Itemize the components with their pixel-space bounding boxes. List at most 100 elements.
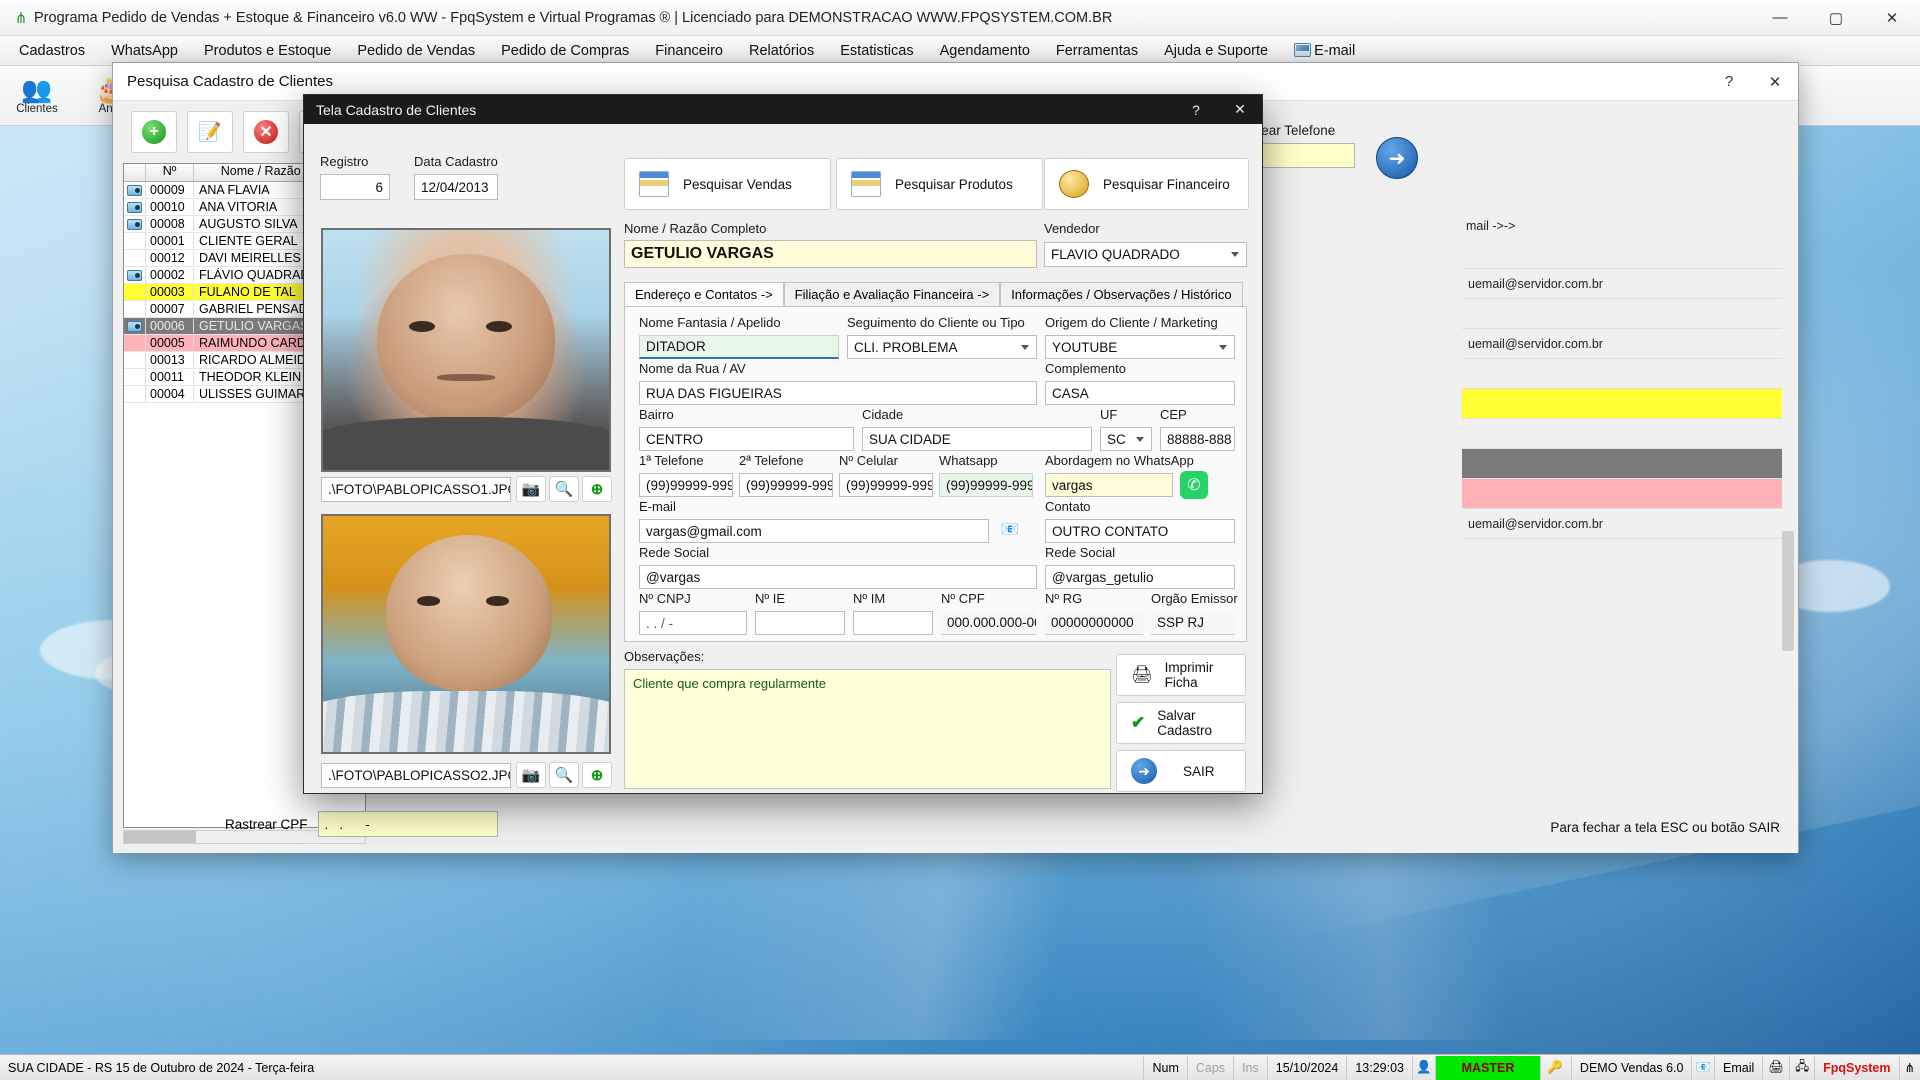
data-cadastro-input[interactable]: 12/04/2013 (414, 174, 498, 200)
menu-produtos-estoque[interactable]: Produtos e Estoque (191, 39, 344, 63)
client-photo-2[interactable] (321, 514, 611, 754)
scroll-thumb[interactable] (124, 831, 196, 843)
row-camera-icon (124, 182, 146, 199)
uf-select[interactable]: SC (1100, 427, 1152, 451)
add-client-button[interactable]: + (131, 111, 177, 153)
menu-relatorios[interactable]: Relatórios (736, 39, 827, 63)
email-cell (1462, 419, 1782, 449)
search-window-help-button[interactable]: ? (1706, 63, 1752, 101)
cnpj-input[interactable]: . . / - (639, 611, 747, 635)
menu-email[interactable]: E-mail (1281, 39, 1368, 63)
whatsapp-send-button[interactable]: ✆ (1180, 471, 1208, 499)
tab-informacoes-historico[interactable]: Informações / Observações / Histórico (1000, 282, 1242, 306)
email-label: E-mail (639, 499, 676, 514)
form-help-button[interactable]: ? (1174, 95, 1218, 124)
cep-input[interactable]: 88888-888 (1160, 427, 1235, 451)
rede-social-2-input[interactable]: @vargas_getulio (1045, 565, 1235, 589)
ie-input[interactable] (755, 611, 845, 635)
menu-agendamento[interactable]: Agendamento (927, 39, 1043, 63)
abordagem-input[interactable]: vargas (1045, 473, 1173, 497)
row-number: 00007 (146, 302, 194, 316)
cpf-input[interactable]: 000.000.000-00 (941, 611, 1036, 635)
imprimir-ficha-button[interactable]: 🖨 Imprimir Ficha (1116, 654, 1246, 696)
status-ins: Ins (1234, 1056, 1268, 1080)
status-email[interactable]: Email (1715, 1056, 1763, 1080)
rastrear-cpf-input[interactable] (318, 811, 498, 837)
bairro-input[interactable]: CENTRO (639, 427, 854, 451)
status-printer-icon[interactable]: 🖨 (1763, 1056, 1790, 1080)
row-number: 00002 (146, 268, 194, 282)
status-email-icon[interactable]: 📧 (1692, 1056, 1715, 1080)
photo-1-camera-button[interactable]: 📷 (516, 476, 546, 502)
rg-input[interactable]: 00000000000 (1045, 611, 1143, 635)
status-num: Num (1144, 1056, 1187, 1080)
photo-2-zoom-button[interactable]: 🔍 (549, 762, 579, 788)
orgao-emissor-input[interactable]: SSP RJ (1151, 611, 1235, 635)
status-network-icon[interactable]: 🖧 (1790, 1056, 1815, 1080)
photo-1-path-input[interactable]: .\FOTO\PABLOPICASSO1.JPG (321, 477, 511, 502)
menu-ferramentas[interactable]: Ferramentas (1043, 39, 1151, 63)
telefone2-input[interactable]: (99)99999-9999 (739, 473, 833, 497)
pesquisar-financeiro-button[interactable]: Pesquisar Financeiro (1044, 158, 1249, 210)
delete-client-button[interactable]: ✕ (243, 111, 289, 153)
email-input[interactable]: vargas@gmail.com (639, 519, 989, 543)
uf-label: UF (1100, 407, 1117, 422)
celular-input[interactable]: (99)99999-9999 (839, 473, 933, 497)
search-window-vscrollbar[interactable] (1782, 531, 1794, 651)
form-close-button[interactable]: ✕ (1218, 95, 1262, 124)
menu-financeiro[interactable]: Financeiro (642, 39, 736, 63)
maximize-button[interactable]: ▢ (1808, 0, 1864, 36)
photo-2-path-input[interactable]: .\FOTO\PABLOPICASSO2.JPG (321, 763, 511, 788)
main-window-titlebar: ⋔ Programa Pedido de Vendas + Estoque & … (0, 0, 1920, 36)
row-number: 00011 (146, 370, 194, 384)
search-window-close-button[interactable]: ✕ (1752, 63, 1798, 101)
salvar-cadastro-button[interactable]: ✔ Salvar Cadastro (1116, 702, 1246, 744)
sair-button[interactable]: ➜ SAIR (1116, 750, 1246, 792)
edit-client-button[interactable]: 📝 (187, 111, 233, 153)
table-icon (639, 171, 669, 197)
rede-social-1-label: Rede Social (639, 545, 709, 560)
menu-cadastros[interactable]: Cadastros (6, 39, 98, 63)
complemento-input[interactable]: CASA (1045, 381, 1235, 405)
im-input[interactable] (853, 611, 933, 635)
pesquisar-produtos-button[interactable]: Pesquisar Produtos (836, 158, 1043, 210)
menu-pedido-compras[interactable]: Pedido de Compras (488, 39, 642, 63)
menu-estatisticas[interactable]: Estatisticas (827, 39, 926, 63)
photo-1-zoom-button[interactable]: 🔍 (549, 476, 579, 502)
row-number: 00008 (146, 217, 194, 231)
whatsapp-label: Whatsapp (939, 453, 998, 468)
tab-filiacao-avaliacao[interactable]: Filiação e Avaliação Financeira -> (784, 282, 1001, 306)
nome-completo-input[interactable]: GETULIO VARGAS (624, 240, 1037, 268)
search-go-button[interactable]: ➜ (1376, 137, 1418, 179)
photo-2-add-button[interactable]: ⊕ (582, 762, 612, 788)
toolbar-clientes[interactable]: 👥 Clientes (0, 77, 74, 115)
close-button[interactable]: ✕ (1864, 0, 1920, 36)
row-camera-icon (124, 199, 146, 216)
origem-select[interactable]: YOUTUBE (1045, 335, 1235, 359)
seguimento-select[interactable]: CLI. PROBLEMA (847, 335, 1037, 359)
contato-input[interactable]: OUTRO CONTATO (1045, 519, 1235, 543)
nome-completo-label: Nome / Razão Completo (624, 221, 1034, 236)
pencil-icon: 📝 (198, 120, 222, 144)
menu-ajuda-suporte[interactable]: Ajuda e Suporte (1151, 39, 1281, 63)
observacoes-textarea[interactable]: Cliente que compra regularmente (624, 669, 1111, 789)
nome-fantasia-input[interactable]: DITADOR (639, 335, 839, 359)
whatsapp-input[interactable]: (99)99999-9999 (939, 473, 1033, 497)
rede-social-1-input[interactable]: @vargas (639, 565, 1037, 589)
rua-input[interactable]: RUA DAS FIGUEIRAS (639, 381, 1037, 405)
registro-input[interactable]: 6 (320, 174, 390, 200)
tab-endereco-contatos[interactable]: Endereço e Contatos -> (624, 282, 784, 306)
vendedor-select[interactable]: FLAVIO QUADRADO (1044, 242, 1247, 267)
minimize-button[interactable]: — (1752, 0, 1808, 36)
pesquisar-vendas-button[interactable]: Pesquisar Vendas (624, 158, 831, 210)
menu-pedido-vendas[interactable]: Pedido de Vendas (344, 39, 488, 63)
client-photo-1[interactable] (321, 228, 611, 472)
cidade-input[interactable]: SUA CIDADE (862, 427, 1092, 451)
menu-whatsapp[interactable]: WhatsApp (98, 39, 191, 63)
telefone1-input[interactable]: (99)99999-9999 (639, 473, 733, 497)
send-mail-button[interactable]: 📧 (997, 517, 1023, 541)
photo-2-camera-button[interactable]: 📷 (516, 762, 546, 788)
photo-1-add-button[interactable]: ⊕ (582, 476, 612, 502)
mail-icon (1294, 43, 1311, 57)
button-label: Imprimir Ficha (1165, 660, 1245, 690)
